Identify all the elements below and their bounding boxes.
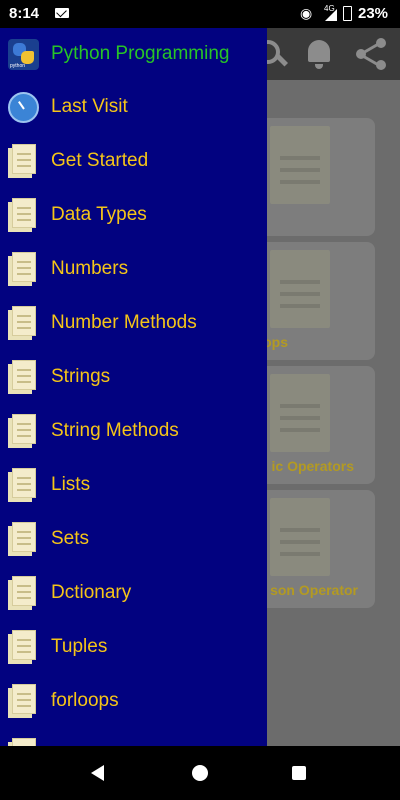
drawer-item-label: Strings — [51, 366, 111, 387]
drawer-item-sets[interactable]: Sets — [0, 512, 267, 566]
recent-apps-icon[interactable] — [292, 766, 306, 780]
drawer-item-dictionary[interactable]: Dctionary — [0, 566, 267, 620]
system-nav-bar — [0, 746, 400, 800]
drawer-header[interactable]: python Python Programming — [0, 28, 267, 80]
drawer-item-lists[interactable]: Lists — [0, 458, 267, 512]
document-icon — [270, 126, 330, 204]
drawer-item-label: Get Started — [51, 150, 149, 171]
drawer-item-label: Dctionary — [51, 582, 132, 603]
page-icon — [8, 522, 36, 556]
drawer-item-string-methods[interactable]: String Methods — [0, 404, 267, 458]
drawer-item-last-visit[interactable]: Last Visit — [0, 80, 267, 134]
document-icon — [270, 250, 330, 328]
drawer-item-get-started[interactable]: Get Started — [0, 134, 267, 188]
page-icon — [8, 630, 36, 664]
python-logo-icon: python — [8, 38, 39, 70]
page-icon — [8, 252, 36, 286]
topic-card[interactable] — [248, 118, 375, 236]
battery-percent: 23% — [358, 5, 389, 22]
hotspot-icon: ◉ — [300, 5, 313, 21]
drawer-item-label: Number Methods — [51, 312, 197, 333]
drawer-item-label: Tuples — [51, 636, 108, 657]
document-icon — [270, 498, 330, 576]
drawer-item-strings[interactable]: Strings — [0, 350, 267, 404]
page-icon — [8, 360, 36, 394]
navigation-drawer: python Python Programming Last Visit Get… — [0, 28, 267, 746]
page-icon — [8, 684, 36, 718]
topic-card[interactable]: son Operator — [248, 490, 375, 608]
home-icon[interactable] — [192, 765, 208, 781]
page-icon — [8, 468, 36, 502]
bell-icon[interactable] — [302, 36, 338, 72]
drawer-title: Python Programming — [51, 43, 230, 64]
drawer-item-label: Sets — [51, 528, 90, 549]
topic-card[interactable]: ops — [248, 242, 375, 360]
drawer-item-label: Numbers — [51, 258, 129, 279]
drawer-item-number-methods[interactable]: Number Methods — [0, 296, 267, 350]
clock-icon — [8, 91, 39, 123]
page-icon — [8, 144, 36, 178]
battery-icon — [343, 6, 352, 21]
drawer-item-forloops[interactable]: forloops — [0, 674, 267, 728]
drawer-item-label: Last Visit — [51, 96, 128, 117]
share-icon[interactable] — [352, 36, 388, 72]
mail-notification-icon — [55, 8, 69, 18]
drawer-item-tuples[interactable]: Tuples — [0, 620, 267, 674]
document-icon — [270, 374, 330, 452]
back-icon[interactable] — [91, 765, 104, 781]
page-icon — [8, 306, 36, 340]
page-icon — [8, 198, 36, 232]
page-icon — [8, 414, 36, 448]
drawer-item-label: forloops — [51, 690, 119, 711]
drawer-item-partial[interactable] — [0, 728, 267, 746]
topic-card[interactable]: ic Operators — [248, 366, 375, 484]
drawer-item-numbers[interactable]: Numbers — [0, 242, 267, 296]
drawer-item-label: Data Types — [51, 204, 147, 225]
drawer-item-label: Lists — [51, 474, 91, 495]
drawer-item-data-types[interactable]: Data Types — [0, 188, 267, 242]
page-icon — [8, 738, 36, 746]
page-icon — [8, 576, 36, 610]
status-time: 8:14 — [9, 5, 40, 22]
drawer-item-label: String Methods — [51, 420, 179, 441]
signal-icon — [325, 9, 337, 21]
status-bar: 8:14 ◉ 4G 23% — [0, 0, 400, 28]
